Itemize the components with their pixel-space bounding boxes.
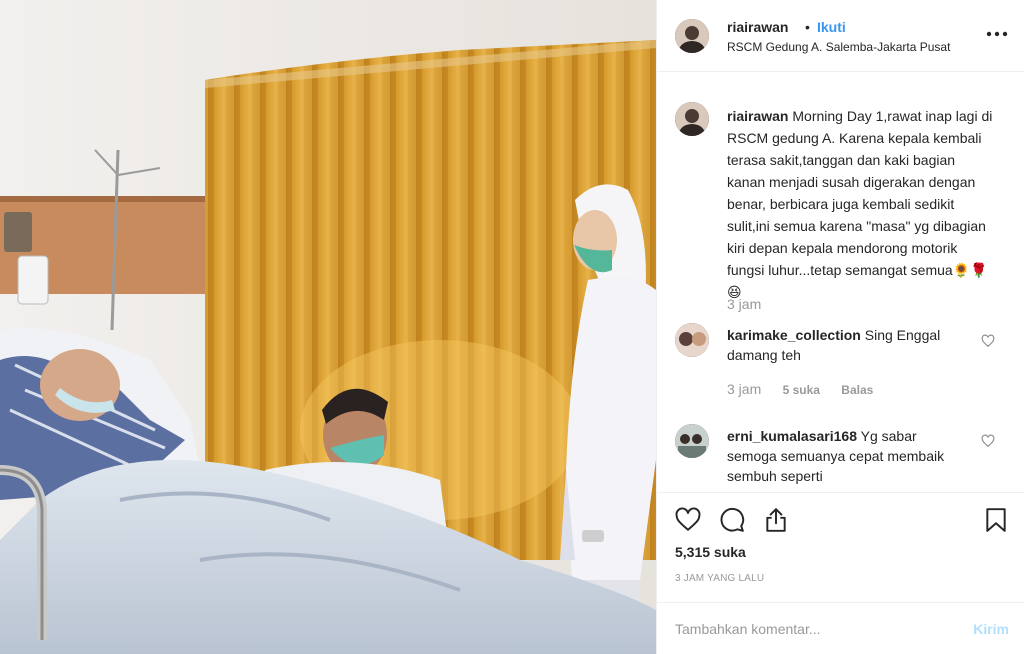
comment-body: erni_kumalasari168 Yg sabar semoga semua… xyxy=(727,426,957,486)
comment-username[interactable]: erni_kumalasari168 xyxy=(727,428,857,444)
comment-bubble-icon[interactable] xyxy=(719,507,745,533)
caption-avatar[interactable] xyxy=(675,102,709,136)
likes-count[interactable]: 5,315 suka xyxy=(675,544,746,560)
caption-timestamp: 3 jam xyxy=(727,296,762,312)
comment-heart-icon[interactable] xyxy=(981,434,995,448)
comment-username[interactable]: karimake_collection xyxy=(727,327,861,343)
post-details-panel: riairawan • Ikuti RSCM Gedung A. Salemba… xyxy=(656,0,1024,654)
comment-meta: 3 jam 5 suka Balas xyxy=(727,381,891,397)
author-avatar[interactable] xyxy=(675,19,709,53)
post-location[interactable]: RSCM Gedung A. Salemba-Jakarta Pusat xyxy=(727,40,950,54)
comment-heart-icon[interactable] xyxy=(981,334,995,348)
commenter-avatar[interactable] xyxy=(675,323,709,357)
follow-button[interactable]: Ikuti xyxy=(817,19,846,35)
reply-button[interactable]: Balas xyxy=(841,383,873,397)
post-timestamp: 3 JAM YANG LALU xyxy=(675,573,765,584)
caption-username[interactable]: riairawan xyxy=(727,108,788,124)
comments-list[interactable]: riairawan Morning Day 1,rawat inap lagi … xyxy=(657,72,1024,492)
header-separator: • xyxy=(805,19,810,35)
comment-input[interactable] xyxy=(675,618,955,640)
commenter-avatar[interactable] xyxy=(675,424,709,458)
add-comment-bar: Kirim xyxy=(657,602,1024,654)
instagram-post: riairawan • Ikuti RSCM Gedung A. Salemba… xyxy=(0,0,1024,654)
caption-body: riairawan Morning Day 1,rawat inap lagi … xyxy=(727,105,993,303)
post-header: riairawan • Ikuti RSCM Gedung A. Salemba… xyxy=(657,0,1024,72)
ellipsis-icon[interactable] xyxy=(985,24,1009,44)
post-actions: 5,315 suka 3 JAM YANG LALU xyxy=(657,492,1024,602)
bookmark-icon[interactable] xyxy=(983,507,1009,533)
comment-body: karimake_collection Sing Enggal damang t… xyxy=(727,325,957,365)
author-username[interactable]: riairawan xyxy=(727,19,788,35)
caption-text: Morning Day 1,rawat inap lagi di RSCM ge… xyxy=(727,108,993,300)
comment-timestamp: 3 jam xyxy=(727,381,762,397)
hospital-room-illustration xyxy=(0,0,656,654)
heart-icon[interactable] xyxy=(675,507,701,533)
comment-likes[interactable]: 5 suka xyxy=(783,383,820,397)
share-icon[interactable] xyxy=(763,507,789,533)
post-comment-button[interactable]: Kirim xyxy=(973,621,1009,637)
post-photo[interactable] xyxy=(0,0,656,654)
